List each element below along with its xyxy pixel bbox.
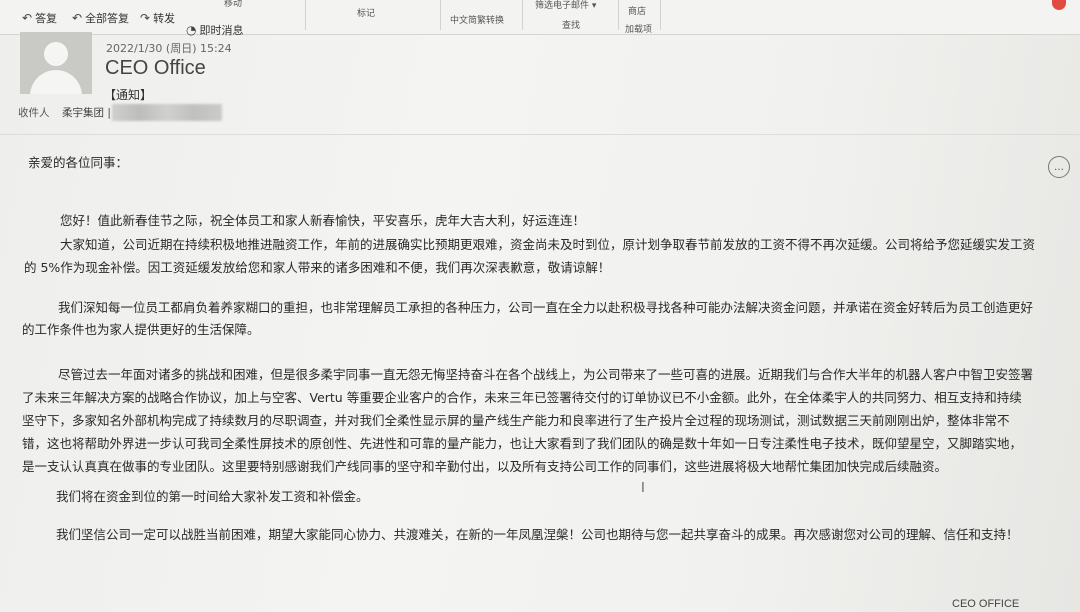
body-line: 坚守下，多家知名外部机构完成了持续数月的尽职调查，并对我们全柔性显示屏的量产线生… <box>22 413 1010 428</box>
sent-date: 2022/1/30 (周日) 15:24 <box>106 42 232 55</box>
ribbon: ↶ 答复 ↶ 全部答复 ↷ 转发 ◔ 即时消息 移动 标记 中文简繁转换 筛选电… <box>0 0 1080 38</box>
body-line: 的 5%作为现金补偿。因工资延缓发放给您和家人带来的诸多困难和不便，我们再次深表… <box>24 260 611 275</box>
comment-bubble-icon[interactable]: … <box>1048 156 1070 178</box>
sender-name[interactable]: CEO Office <box>105 57 206 80</box>
signature: CEO OFFICE <box>952 598 1020 610</box>
text-cursor-icon: I <box>641 481 645 496</box>
sender-avatar <box>20 32 92 94</box>
close-icon[interactable] <box>1052 0 1066 10</box>
ribbon-group-move[interactable]: 移动 <box>224 0 242 9</box>
redacted-recipient <box>112 104 222 121</box>
ribbon-group-find[interactable]: 查找 <box>562 18 580 31</box>
forward-icon: ↷ <box>140 11 151 25</box>
reply-all-icon: ↶ <box>72 11 83 25</box>
forward-label: 转发 <box>153 12 176 25</box>
recipient-org[interactable]: 柔宇集团 | <box>62 105 111 120</box>
store-button[interactable]: 商店 <box>628 4 646 17</box>
ribbon-group-chinese-convert[interactable]: 中文简繁转换 <box>450 13 504 26</box>
filter-email-dropdown[interactable]: 筛选电子邮件 ▾ <box>535 0 596 11</box>
recipients-label: 收件人 <box>18 107 50 119</box>
reply-button[interactable]: ↶ 答复 <box>22 10 57 26</box>
reply-icon: ↶ <box>22 11 33 25</box>
forward-button[interactable]: ↷ 转发 <box>140 10 175 26</box>
header-divider <box>0 134 1080 135</box>
reply-all-label: 全部答复 <box>85 12 130 25</box>
ribbon-group-addins: 加载项 <box>625 25 653 35</box>
reply-all-button[interactable]: ↶ 全部答复 <box>72 10 129 26</box>
body-line: 大家知道，公司近期在持续积极地推进融资工作，年前的进展确实比预期更艰难，资金尚未… <box>60 237 1036 252</box>
body-line: 我们深知每一位员工都肩负着养家糊口的重担，也非常理解员工承担的各种压力，公司一直… <box>58 300 1034 315</box>
body-line: 的工作条件也为家人提供更好的生活保障。 <box>22 322 260 337</box>
body-line: 错，这也将帮助外界进一步认可我司全柔性屏技术的原创性、先进性和可靠的量产能力，也… <box>22 436 1023 451</box>
body-line: 我们坚信公司一定可以战胜当前困难，期望大家能同心协力、共渡难关，在新的一年凤凰涅… <box>56 527 1019 542</box>
body-line: 您好！值此新春佳节之际，祝全体员工和家人新春愉快，平安喜乐，虎年大吉大利，好运连… <box>60 213 586 228</box>
greeting: 亲爱的各位同事： <box>28 155 129 170</box>
body-line: 了未来三年解决方案的战略合作协议，加上与空客、Vertu 等重要企业客户的合作，… <box>22 390 1022 405</box>
email-window: ↶ 答复 ↶ 全部答复 ↷ 转发 ◔ 即时消息 移动 标记 中文简繁转换 筛选电… <box>0 0 1080 612</box>
body-line: 是一支认认真真在做事的专业团队。这里要特别感谢我们产线同事的坚守和辛勤付出，以及… <box>22 459 948 474</box>
instant-message-button[interactable]: ◔ 即时消息 <box>186 22 243 38</box>
instant-message-icon: ◔ <box>186 23 197 37</box>
instant-message-label: 即时消息 <box>199 24 244 37</box>
body-line: 我们将在资金到位的第一时间给大家补发工资和补偿金。 <box>56 489 369 504</box>
reply-label: 答复 <box>35 12 58 25</box>
ribbon-group-tags[interactable]: 标记 <box>357 6 375 19</box>
email-subject: 【通知】 <box>104 88 153 102</box>
body-line: 尽管过去一年面对诸多的挑战和困难，但是很多柔宇同事一直无怨无悔坚持奋斗在各个战线… <box>58 367 1034 382</box>
